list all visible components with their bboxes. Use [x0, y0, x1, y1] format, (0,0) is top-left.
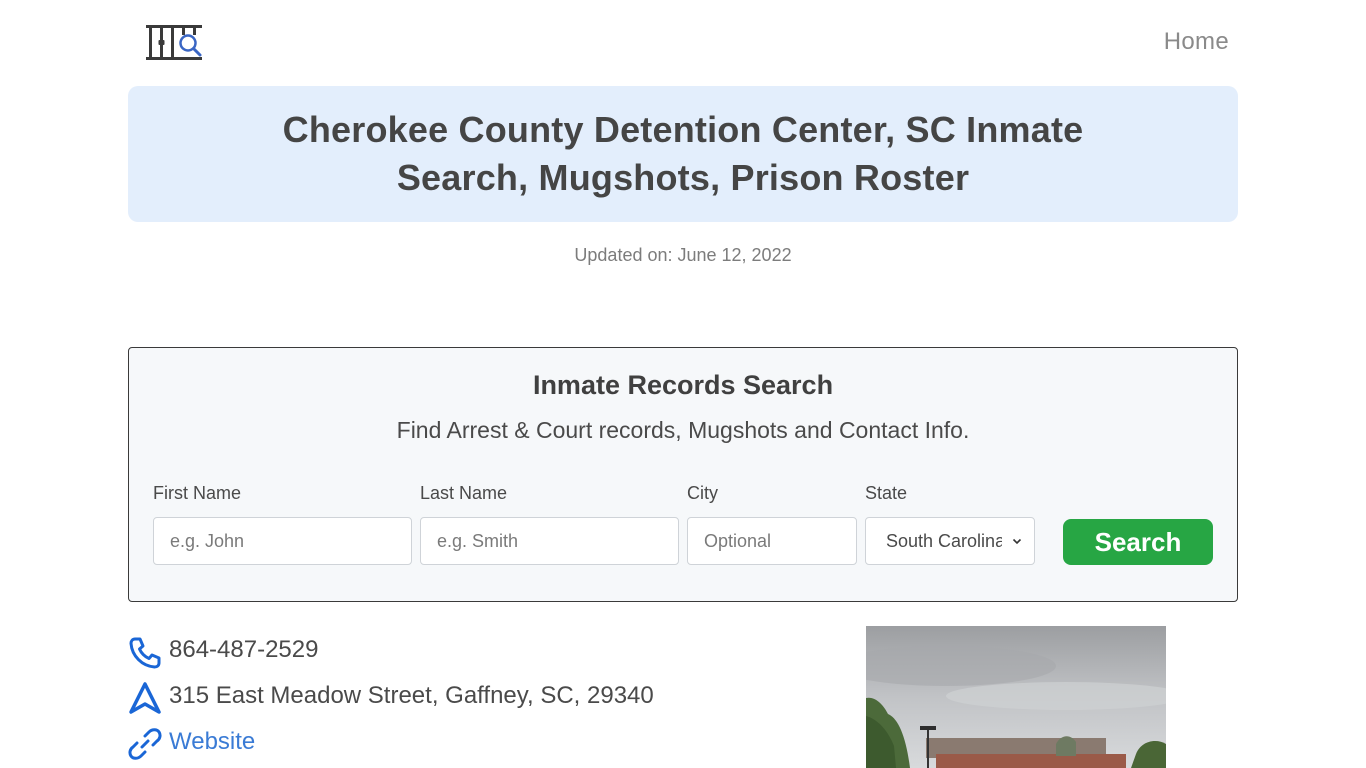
search-button[interactable]: Search: [1063, 519, 1213, 565]
site-logo[interactable]: [145, 23, 205, 63]
link-icon: [128, 728, 162, 760]
state-label: State: [865, 483, 908, 503]
first-name-input[interactable]: [153, 517, 412, 565]
last-name-input[interactable]: [420, 517, 679, 565]
address-text: 315 East Meadow Street, Gaffney, SC, 293…: [169, 682, 654, 709]
search-title: Inmate Records Search: [532, 370, 834, 400]
updated-date: Updated on: June 12, 2022: [574, 245, 792, 265]
nav-home-link[interactable]: Home: [1164, 28, 1229, 56]
phone-number[interactable]: 864-487-2529: [169, 636, 318, 664]
state-selected-value: South Carolina: [886, 530, 1002, 551]
jail-bars-search-icon: [146, 25, 202, 60]
phone-icon: [129, 637, 161, 669]
city-label: City: [687, 483, 718, 503]
state-select[interactable]: South Carolina: [865, 517, 1035, 565]
facility-photo: [866, 626, 1166, 768]
navigation-arrow-icon: [129, 682, 161, 714]
page-title: Cherokee County Detention Center, SC Inm…: [282, 109, 1084, 198]
hero-banner: Cherokee County Detention Center, SC Inm…: [128, 86, 1238, 222]
first-name-label: First Name: [153, 483, 242, 503]
website-link[interactable]: Website: [169, 728, 255, 756]
chevron-down-icon: [1012, 538, 1022, 545]
facility-photo-image: [866, 626, 1166, 768]
site-header: Home: [0, 0, 1366, 86]
last-name-label: Last Name: [420, 483, 508, 503]
search-subtitle: Find Arrest & Court records, Mugshots an…: [396, 417, 970, 443]
inmate-search-form: Inmate Records Search Find Arrest & Cour…: [128, 347, 1238, 602]
city-input[interactable]: [687, 517, 857, 565]
